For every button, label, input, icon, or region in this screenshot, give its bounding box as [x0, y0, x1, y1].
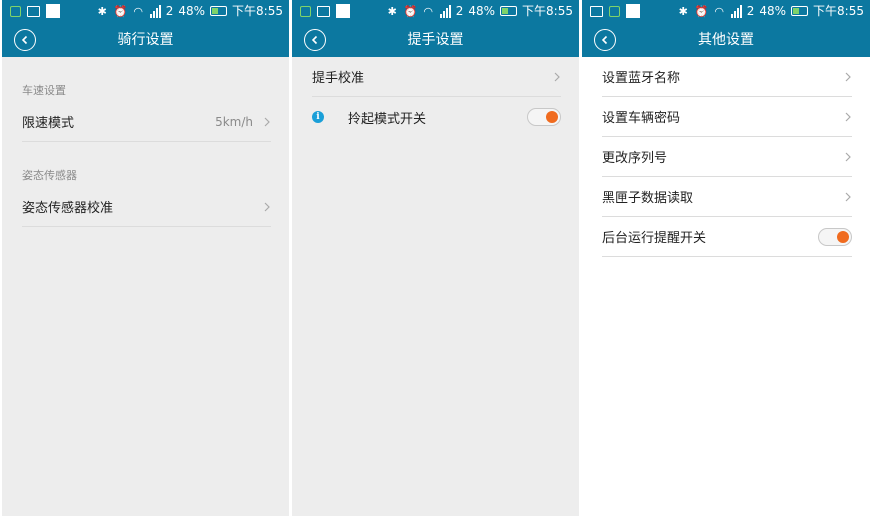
serial-number-row[interactable]: 更改序列号	[602, 137, 852, 177]
row-label: 后台运行提醒开关	[602, 231, 707, 246]
page-title: 提手设置	[407, 32, 464, 48]
signal-icon	[730, 4, 742, 18]
lift-mode-toggle[interactable]	[527, 108, 561, 126]
battery-percent: 48%	[468, 4, 496, 18]
battery-percent: 48%	[178, 4, 206, 18]
background-reminder-row: 后台运行提醒开关	[602, 217, 852, 257]
handle-calibration-row[interactable]: 提手校准	[312, 57, 561, 97]
row-label: 设置车辆密码	[602, 111, 681, 126]
screen-ride-settings: ✱ ⏰ ◠ 2 48% 下午8:55 骑行设置 车速设置 限速模式 5km/h	[2, 0, 289, 516]
battery-percent: 48%	[759, 4, 787, 18]
section-label-sensor: 姿态传感器	[22, 169, 77, 182]
wifi-icon: ◠	[423, 4, 434, 18]
chevron-right-icon	[264, 117, 270, 126]
alarm-icon: ⏰	[694, 4, 709, 18]
row-label: 限速模式	[22, 116, 75, 131]
alarm-icon: ⏰	[113, 4, 128, 18]
row-label: 姿态传感器校准	[22, 201, 114, 216]
lift-mode-switch-row: i 拎起模式开关	[312, 97, 561, 137]
status-bar: ✱ ⏰ ◠ 2 48% 下午8:55	[292, 0, 579, 24]
bluetooth-icon: ✱	[97, 4, 107, 18]
image-icon	[27, 5, 40, 17]
battery-icon	[791, 6, 809, 16]
chevron-right-icon	[845, 192, 851, 201]
wifi-icon: ◠	[714, 4, 725, 18]
clock: 下午8:55	[232, 4, 283, 18]
battery-icon	[500, 6, 518, 16]
black-box-data-row[interactable]: 黑匣子数据读取	[602, 177, 852, 217]
clock: 下午8:55	[813, 4, 864, 18]
toggle-knob	[546, 111, 558, 123]
app-bar: 其他设置	[582, 24, 870, 57]
section-label-speed: 车速设置	[22, 84, 66, 97]
app-bar: 提手设置	[292, 24, 579, 57]
signal-icon	[149, 4, 161, 18]
bluetooth-icon: ✱	[387, 4, 397, 18]
signal-badge: 2	[455, 4, 464, 18]
chevron-right-icon	[845, 152, 851, 161]
image-icon	[317, 5, 330, 17]
notification-icon	[300, 5, 311, 17]
screen-handle-settings: ✱ ⏰ ◠ 2 48% 下午8:55 提手设置 提手校准 i 拎起模式开关	[292, 0, 579, 516]
wifi-icon: ◠	[133, 4, 144, 18]
background-reminder-toggle[interactable]	[818, 227, 852, 246]
row-label: 更改序列号	[602, 151, 668, 166]
row-label: 提手校准	[312, 71, 365, 86]
battery-icon	[210, 6, 228, 16]
speed-limit-value: 5km/h	[215, 114, 253, 129]
status-bar: ✱ ⏰ ◠ 2 48% 下午8:55	[582, 0, 870, 24]
image-icon	[590, 5, 603, 17]
app-notification-icon	[46, 4, 60, 18]
app-bar: 骑行设置	[2, 24, 289, 57]
info-icon[interactable]: i	[312, 111, 324, 123]
clock: 下午8:55	[522, 4, 573, 18]
signal-badge: 2	[746, 4, 755, 18]
page-title: 其他设置	[698, 32, 754, 48]
chevron-right-icon	[554, 72, 560, 81]
signal-icon	[439, 4, 451, 18]
screen-other-settings: ✱ ⏰ ◠ 2 48% 下午8:55 其他设置 设置蓝牙名称 设置车辆密码 更改…	[582, 0, 870, 516]
vehicle-password-row[interactable]: 设置车辆密码	[602, 97, 852, 137]
sensor-calibration-row[interactable]: 姿态传感器校准	[22, 187, 271, 227]
notification-icon	[609, 5, 620, 17]
bluetooth-icon: ✱	[678, 4, 688, 18]
chevron-right-icon	[264, 202, 270, 211]
alarm-icon: ⏰	[403, 4, 418, 18]
row-label: 拎起模式开关	[348, 111, 427, 127]
row-label: 黑匣子数据读取	[602, 191, 694, 206]
chevron-right-icon	[845, 72, 851, 81]
bluetooth-name-row[interactable]: 设置蓝牙名称	[602, 57, 852, 97]
notification-icon	[10, 5, 21, 17]
speed-limit-mode-row[interactable]: 限速模式 5km/h	[22, 102, 271, 142]
page-title: 骑行设置	[117, 32, 174, 48]
row-label: 设置蓝牙名称	[602, 71, 681, 86]
status-bar: ✱ ⏰ ◠ 2 48% 下午8:55	[2, 0, 289, 24]
app-notification-icon	[336, 4, 350, 18]
app-notification-icon	[626, 4, 640, 18]
signal-badge: 2	[165, 4, 174, 18]
chevron-right-icon	[845, 112, 851, 121]
toggle-knob	[837, 230, 849, 243]
